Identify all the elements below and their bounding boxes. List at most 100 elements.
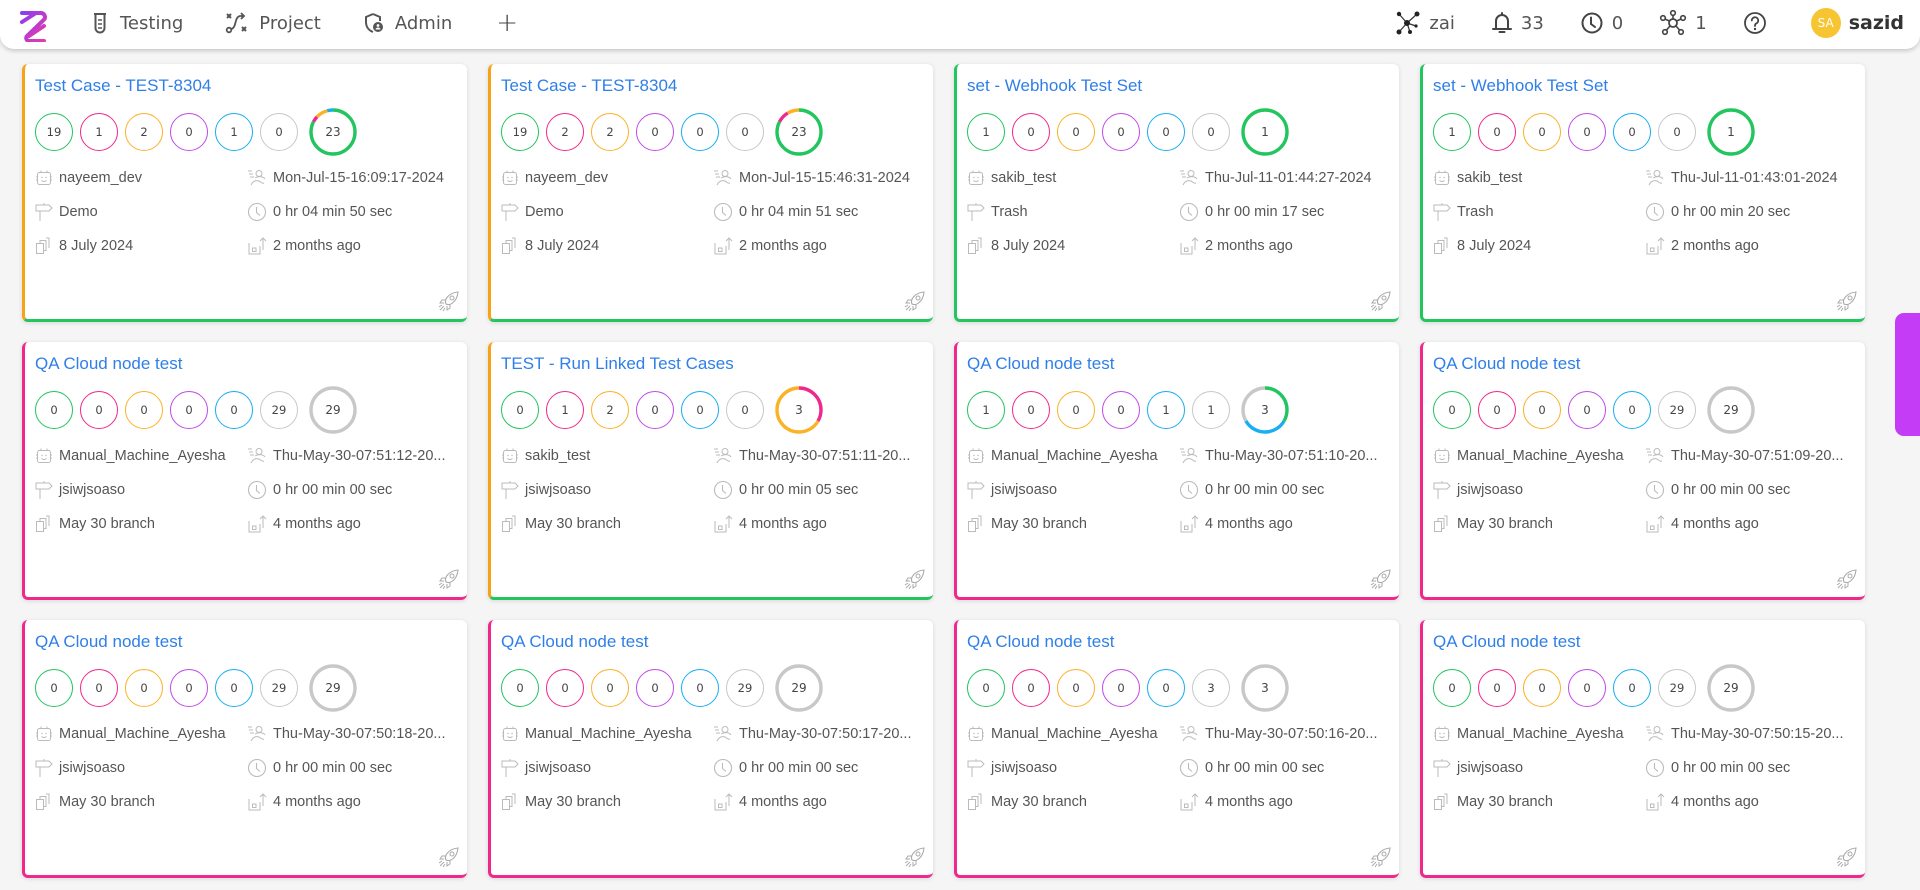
test-run-title[interactable]: QA Cloud node test — [501, 632, 933, 652]
rocket-icon[interactable] — [903, 845, 927, 869]
test-run-card[interactable]: Test Case - TEST-8304 19 1 2 0 1 0 23 na… — [22, 64, 467, 322]
test-run-card[interactable]: Test Case - TEST-8304 19 2 2 0 0 0 23 na… — [488, 64, 933, 322]
rocket-icon[interactable] — [437, 567, 461, 591]
bot-icon — [36, 726, 52, 741]
run-duration: 0 hr 00 min 00 sec — [713, 758, 933, 778]
copy-branch-icon — [502, 515, 516, 532]
total-count: 29 — [325, 403, 341, 417]
skipped-count: 0 — [636, 391, 674, 429]
signpost-icon — [35, 481, 53, 499]
workspace-switcher[interactable]: zai — [1395, 10, 1455, 36]
help-button[interactable] — [1743, 11, 1775, 35]
rocket-icon[interactable] — [1835, 845, 1859, 869]
test-run-card[interactable]: TEST - Run Linked Test Cases 0 1 2 0 0 0… — [488, 342, 933, 600]
add-button[interactable]: + — [496, 10, 518, 36]
passed-count: 1 — [967, 391, 1005, 429]
duration: 0 hr 04 min 51 sec — [739, 204, 859, 220]
test-run-title[interactable]: Test Case - TEST-8304 — [501, 76, 933, 96]
total-donut-chart: 1 — [1706, 107, 1756, 157]
signpost-icon — [967, 759, 985, 777]
pending-jobs-button[interactable]: 0 — [1580, 11, 1623, 35]
test-run-card[interactable]: set - Webhook Test Set 1 0 0 0 0 0 1 sak… — [954, 64, 1399, 322]
run-details: sakib_test Thu-Jul-11-01:43:01-2024 Tras… — [1433, 168, 1865, 256]
nav-project[interactable]: Project — [225, 12, 321, 34]
user-name: Manual_Machine_Ayesha — [991, 448, 1158, 464]
run-duration: 0 hr 04 min 50 sec — [247, 202, 467, 222]
nav-testing[interactable]: Testing — [90, 12, 183, 34]
start-date: Thu-May-30-07:50:15-20... — [1671, 726, 1844, 742]
copy-branch-icon — [968, 793, 982, 810]
run-duration: 0 hr 04 min 51 sec — [713, 202, 933, 222]
test-run-title[interactable]: QA Cloud node test — [35, 632, 467, 652]
nav-admin[interactable]: Admin — [363, 12, 452, 34]
run-started-at: Thu-May-30-07:50:15-20... — [1645, 724, 1865, 744]
branch-name: 8 July 2024 — [59, 238, 134, 254]
blocked-count: 0 — [1523, 669, 1561, 707]
rocket-icon[interactable] — [903, 289, 927, 313]
failed-count: 0 — [80, 391, 118, 429]
test-run-title[interactable]: QA Cloud node test — [35, 354, 467, 374]
run-duration: 0 hr 00 min 17 sec — [1179, 202, 1399, 222]
user-menu[interactable]: SA sazid — [1810, 8, 1904, 38]
test-run-title[interactable]: set - Webhook Test Set — [1433, 76, 1865, 96]
total-count: 23 — [791, 125, 807, 139]
test-run-title[interactable]: QA Cloud node test — [967, 354, 1399, 374]
status-counts: 0 1 2 0 0 0 3 — [501, 384, 933, 436]
integrations-button[interactable]: 1 — [1659, 10, 1707, 36]
rocket-icon[interactable] — [1369, 845, 1393, 869]
signpost-icon — [1433, 759, 1451, 777]
rocket-icon[interactable] — [437, 845, 461, 869]
run-user: sakib_test — [967, 168, 1179, 188]
rocket-icon[interactable] — [1369, 567, 1393, 591]
test-run-title[interactable]: Test Case - TEST-8304 — [35, 76, 467, 96]
run-user: nayeem_dev — [35, 168, 247, 188]
test-run-title[interactable]: QA Cloud node test — [1433, 354, 1865, 374]
notifications-button[interactable]: 33 — [1491, 11, 1544, 35]
duration: 0 hr 00 min 00 sec — [273, 760, 393, 776]
skipped-count: 0 — [636, 113, 674, 151]
upload-box-icon — [714, 237, 733, 255]
test-run-card[interactable]: QA Cloud node test 0 0 0 0 0 29 29 Manua… — [488, 620, 933, 878]
run-details: Manual_Machine_Ayesha Thu-May-30-07:50:1… — [501, 724, 933, 812]
app-logo[interactable] — [16, 8, 50, 43]
test-run-card[interactable]: QA Cloud node test 0 0 0 0 0 29 29 Manua… — [1420, 342, 1865, 600]
test-run-card[interactable]: QA Cloud node test 0 0 0 0 0 3 3 Manual_… — [954, 620, 1399, 878]
run-person-icon — [1646, 726, 1664, 742]
pending-jobs-count: 0 — [1611, 12, 1624, 34]
total-count: 23 — [325, 125, 341, 139]
test-run-title[interactable]: set - Webhook Test Set — [967, 76, 1399, 96]
rocket-icon[interactable] — [437, 289, 461, 313]
copy-branch-icon — [36, 515, 50, 532]
test-run-title[interactable]: TEST - Run Linked Test Cases — [501, 354, 933, 374]
rocket-icon[interactable] — [1369, 289, 1393, 313]
relative-time: 4 months ago — [1205, 516, 1293, 532]
test-run-card[interactable]: QA Cloud node test 0 0 0 0 0 29 29 Manua… — [22, 620, 467, 878]
branch-name: May 30 branch — [991, 794, 1087, 810]
total-count: 29 — [1723, 681, 1739, 695]
user-name: sakib_test — [1457, 170, 1523, 186]
start-date: Thu-May-30-07:50:18-20... — [273, 726, 446, 742]
start-date: Mon-Jul-15-15:46:31-2024 — [739, 170, 910, 186]
signpost-icon — [1433, 481, 1451, 499]
side-panel-toggle[interactable] — [1895, 313, 1920, 436]
rocket-icon[interactable] — [1835, 289, 1859, 313]
skipped-count: 0 — [1568, 113, 1606, 151]
test-run-card[interactable]: set - Webhook Test Set 1 0 0 0 0 0 1 sak… — [1420, 64, 1865, 322]
status-counts: 19 1 2 0 1 0 23 — [35, 106, 467, 158]
relative-time: 4 months ago — [1205, 794, 1293, 810]
branch-name: 8 July 2024 — [525, 238, 600, 254]
upload-box-icon — [714, 793, 733, 811]
test-run-card[interactable]: QA Cloud node test 1 0 0 0 1 1 3 Manual_… — [954, 342, 1399, 600]
skipped-count: 0 — [170, 113, 208, 151]
test-run-card[interactable]: QA Cloud node test 0 0 0 0 0 29 29 Manua… — [1420, 620, 1865, 878]
relative-time: 4 months ago — [1671, 516, 1759, 532]
failed-count: 0 — [1478, 669, 1516, 707]
rocket-icon[interactable] — [903, 567, 927, 591]
user-name: nayeem_dev — [59, 170, 143, 186]
signpost-icon — [35, 203, 53, 221]
total-donut-chart: 23 — [774, 107, 824, 157]
test-run-card[interactable]: QA Cloud node test 0 0 0 0 0 29 29 Manua… — [22, 342, 467, 600]
test-run-title[interactable]: QA Cloud node test — [1433, 632, 1865, 652]
rocket-icon[interactable] — [1835, 567, 1859, 591]
test-run-title[interactable]: QA Cloud node test — [967, 632, 1399, 652]
